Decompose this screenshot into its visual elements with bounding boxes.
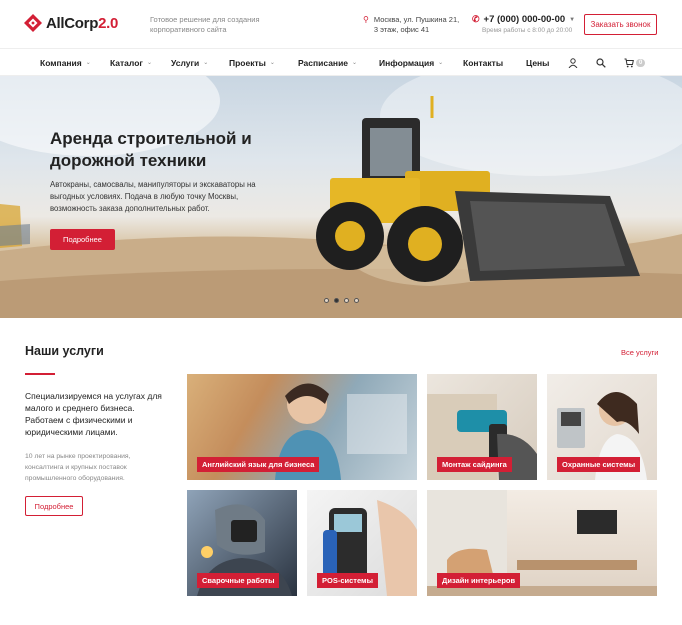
services-sub-text: 10 лет на рынке проектирования, консалти…	[25, 453, 131, 482]
service-card-label: Английский язык для бизнеса	[197, 457, 320, 472]
work-hours: Время работы с 8:00 до 20:00	[482, 27, 573, 34]
chevron-down-icon: ⌄	[269, 60, 275, 66]
service-card-siding[interactable]: Монтаж сайдинга	[427, 374, 537, 480]
site-header: AllCorp2.0 Готовое решение для создания …	[0, 0, 682, 48]
service-card-label: POS-системы	[317, 573, 378, 588]
slider-dot[interactable]	[324, 298, 329, 303]
nav-item-prices[interactable]: Цены	[526, 49, 549, 76]
services-lead-text: Специализируемся на услугах для малого и…	[25, 391, 162, 437]
hero-title: Аренда строительной и дорожной техники	[50, 129, 252, 170]
nav-item-catalog[interactable]: Каталог ⌄	[110, 49, 152, 76]
title-underline	[25, 373, 55, 375]
user-icon[interactable]	[568, 58, 578, 68]
cart-icon	[624, 58, 634, 67]
hero-more-button[interactable]: Подробнее	[50, 229, 115, 250]
hero-slider: Аренда строительной и дорожной техники А…	[0, 76, 682, 318]
nav-item-information[interactable]: Информация ⌄	[379, 49, 443, 76]
chevron-down-icon: ▼	[569, 16, 576, 23]
chevron-down-icon: ⌄	[352, 60, 358, 66]
slider-dots	[324, 298, 364, 303]
cart-button[interactable]: 0	[624, 49, 646, 76]
nav-item-company[interactable]: Компания ⌄	[40, 49, 91, 76]
chevron-down-icon: ⌄	[203, 60, 209, 66]
hero-text: Автокраны, самосвалы, манипуляторы и экс…	[50, 180, 256, 213]
chevron-down-icon: ⌄	[146, 60, 152, 66]
address: ⚲ Москва, ул. Пушкина 21, 3 этаж, офис 4…	[363, 15, 459, 35]
logo[interactable]: AllCorp2.0	[24, 14, 118, 32]
service-card-security[interactable]: Охранные системы	[547, 374, 657, 480]
phone-number[interactable]: ✆ +7 (000) 000-00-00 ▼	[472, 14, 575, 25]
chevron-down-icon: ⌄	[438, 60, 444, 66]
phone-icon: ✆	[472, 14, 480, 24]
main-nav: Компания ⌄ Каталог ⌄ Услуги ⌄ Проекты ⌄ Расп…	[0, 48, 682, 76]
nav-item-contacts[interactable]: Контакты	[463, 49, 503, 76]
address-line-2: 3 этаж, офис 41	[373, 25, 430, 34]
slider-dot[interactable]	[344, 298, 349, 303]
service-card-pos[interactable]: POS-системы	[307, 490, 417, 596]
address-line-1: Москва, ул. Пушкина 21,	[373, 15, 460, 24]
callback-button[interactable]: Заказать звонок	[584, 14, 657, 35]
services-title: Наши услуги	[25, 344, 104, 358]
nav-item-schedule[interactable]: Расписание ⌄	[298, 49, 357, 76]
nav-item-projects[interactable]: Проекты ⌄	[229, 49, 275, 76]
all-services-link[interactable]: Все услуги	[621, 348, 658, 357]
slider-dot[interactable]	[354, 298, 359, 303]
brand-tagline: Готовое решение для создания корпоративн…	[150, 15, 260, 34]
cart-count-badge: 0	[636, 58, 646, 67]
search-icon[interactable]	[596, 58, 606, 68]
service-card-interior[interactable]: Дизайн интерьеров	[427, 490, 657, 596]
phone-block: ✆ +7 (000) 000-00-00 ▼ Время работы с 8:…	[472, 14, 575, 34]
brand-name: AllCorp2.0	[46, 14, 119, 32]
service-card-welding[interactable]: Сварочные работы	[187, 490, 297, 596]
logo-icon	[24, 14, 42, 32]
services-more-button[interactable]: Подробнее	[25, 496, 83, 516]
service-card-label: Монтаж сайдинга	[437, 457, 512, 472]
service-card-english[interactable]: Английский язык для бизнеса	[187, 374, 417, 480]
service-card-label: Охранные системы	[557, 457, 641, 472]
location-pin-icon: ⚲	[363, 15, 369, 24]
service-card-label: Сварочные работы	[197, 573, 280, 588]
service-card-label: Дизайн интерьеров	[437, 573, 521, 588]
slider-dot-active[interactable]	[334, 298, 339, 303]
nav-item-services[interactable]: Услуги ⌄	[171, 49, 208, 76]
chevron-down-icon: ⌄	[85, 60, 91, 66]
